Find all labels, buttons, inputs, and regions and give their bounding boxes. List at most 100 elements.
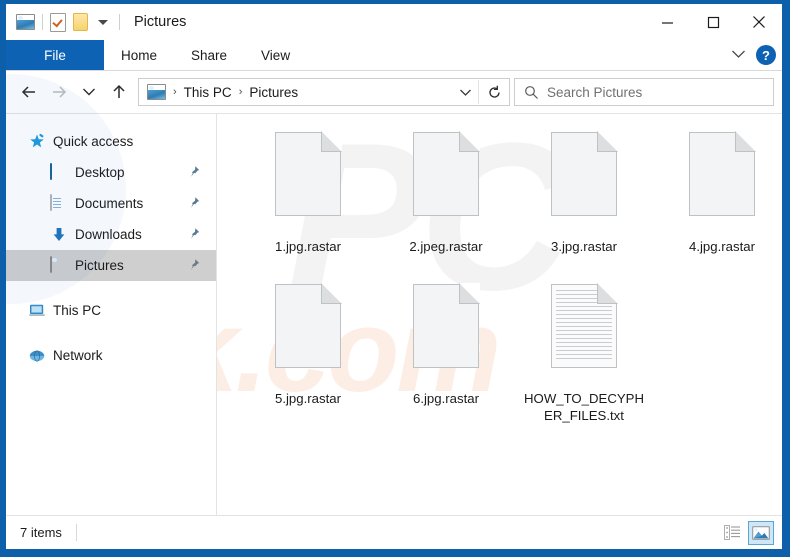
pin-icon[interactable] [188,258,200,273]
window-controls [644,4,782,40]
file-item[interactable]: 2.jpeg.rastar [377,131,515,284]
file-name: 6.jpg.rastar [413,391,479,406]
breadcrumb-item-pictures[interactable]: Pictures [249,85,298,100]
view-toggle-group [719,516,774,549]
text-file-icon [551,283,618,368]
properties-icon[interactable] [50,12,66,32]
sidebar-item-quick-access[interactable]: Quick access [6,126,216,157]
file-name: 4.jpg.rastar [689,239,755,254]
forward-button [44,77,74,107]
breadcrumb-item-this-pc[interactable]: This PC [184,85,232,100]
sidebar-item-label: Downloads [75,227,142,242]
tab-share[interactable]: Share [174,40,244,70]
close-button[interactable] [736,4,782,40]
large-icons-view-button[interactable] [748,520,774,545]
star-pin-icon [28,133,46,151]
breadcrumb-separator-2: › [238,86,243,98]
pin-icon[interactable] [188,196,200,211]
sidebar-item-label: This PC [53,303,102,318]
search-input[interactable]: Search Pictures [514,78,774,106]
tab-file[interactable]: File [6,40,104,70]
explorer-window: Pictures File Home Share View ? › This P… [6,4,782,549]
status-divider [75,524,77,541]
sidebar-item-label: Documents [75,196,144,211]
breadcrumb-separator-1: › [173,86,177,98]
toolbar-divider-2 [119,14,120,30]
window-title: Pictures [134,14,187,30]
sidebar-item-pictures[interactable]: Pictures [6,250,216,281]
maximize-button[interactable] [690,4,736,40]
file-name: 2.jpeg.rastar [409,239,483,254]
file-icon-wrap [413,131,480,235]
file-icon-wrap [551,283,618,387]
sidebar-item-documents[interactable]: Documents [6,188,216,219]
refresh-icon[interactable] [479,79,509,105]
file-item[interactable]: HOW_TO_DECYPHER_FILES.txt [515,283,653,436]
file-name: 1.jpg.rastar [275,239,341,254]
breadcrumb-pictures-icon [147,84,166,100]
minimize-button[interactable] [644,4,690,40]
new-folder-icon[interactable] [73,13,88,31]
file-item[interactable]: 6.jpg.rastar [377,283,515,436]
blank-file-icon [689,131,756,216]
recent-locations-button[interactable] [74,77,104,107]
sidebar-item-desktop[interactable]: Desktop [6,157,216,188]
ribbon-right-controls: ? [731,40,776,70]
documents-icon [50,193,68,213]
sidebar-item-network[interactable]: Network [6,340,216,371]
blank-file-icon [275,131,342,216]
blank-file-icon [413,131,480,216]
sidebar-item-label: Desktop [75,165,125,180]
title-bar: Pictures [6,4,782,40]
file-name: HOW_TO_DECYPHER_FILES.txt [524,391,644,423]
tab-home[interactable]: Home [104,40,174,70]
file-icon-wrap [275,131,342,235]
pin-icon[interactable] [188,227,200,242]
sidebar-item-label: Quick access [53,134,134,149]
file-icon-wrap [689,131,756,235]
customize-dropdown-icon[interactable] [98,19,108,25]
network-icon [28,347,46,365]
sidebar-item-this-pc[interactable]: This PC [6,295,216,326]
pictures-icon[interactable] [16,14,35,30]
file-item[interactable]: 5.jpg.rastar [239,283,377,436]
file-list-pane[interactable]: PC risk.com 1.jpg.rastar [217,114,782,515]
explorer-body: Quick access Desktop Documents Downloads… [6,74,782,515]
blank-file-icon [551,131,618,216]
file-name: 3.jpg.rastar [551,239,617,254]
tab-view[interactable]: View [244,40,307,70]
search-icon [525,85,538,99]
quick-access-toolbar [6,12,120,32]
navigation-pane: Quick access Desktop Documents Downloads… [6,74,217,515]
toolbar-divider [42,14,43,30]
file-icon-wrap [413,283,480,387]
file-item[interactable]: 4.jpg.rastar [653,131,782,284]
file-grid: 1.jpg.rastar 2.jpeg.rastar 3.jpg.rastar … [217,114,782,436]
back-button[interactable] [14,77,44,107]
sidebar-item-downloads[interactable]: Downloads [6,219,216,250]
up-button[interactable] [104,77,134,107]
this-pc-icon [28,302,46,320]
chevron-down-icon[interactable] [731,46,746,64]
help-icon[interactable]: ? [756,45,776,65]
blank-file-icon [275,283,342,368]
ribbon-tab-bar: File Home Share View ? [6,40,782,71]
breadcrumb[interactable]: › This PC › Pictures [138,78,510,106]
address-dropdown-icon[interactable] [452,88,478,97]
file-name: 5.jpg.rastar [275,391,341,406]
desktop-icon [50,162,68,182]
status-bar: 7 items [6,515,782,549]
file-item[interactable]: 1.jpg.rastar [239,131,377,284]
details-view-button[interactable] [719,521,745,545]
sidebar-item-label: Pictures [75,258,124,273]
downloads-icon [50,226,68,244]
file-icon-wrap [551,131,618,235]
search-placeholder: Search Pictures [547,84,643,100]
item-count: 7 items [20,525,62,540]
pin-icon[interactable] [188,165,200,180]
blank-file-icon [413,283,480,368]
address-bar: › This PC › Pictures Search Pictures [6,71,782,113]
file-item[interactable]: 3.jpg.rastar [515,131,653,284]
